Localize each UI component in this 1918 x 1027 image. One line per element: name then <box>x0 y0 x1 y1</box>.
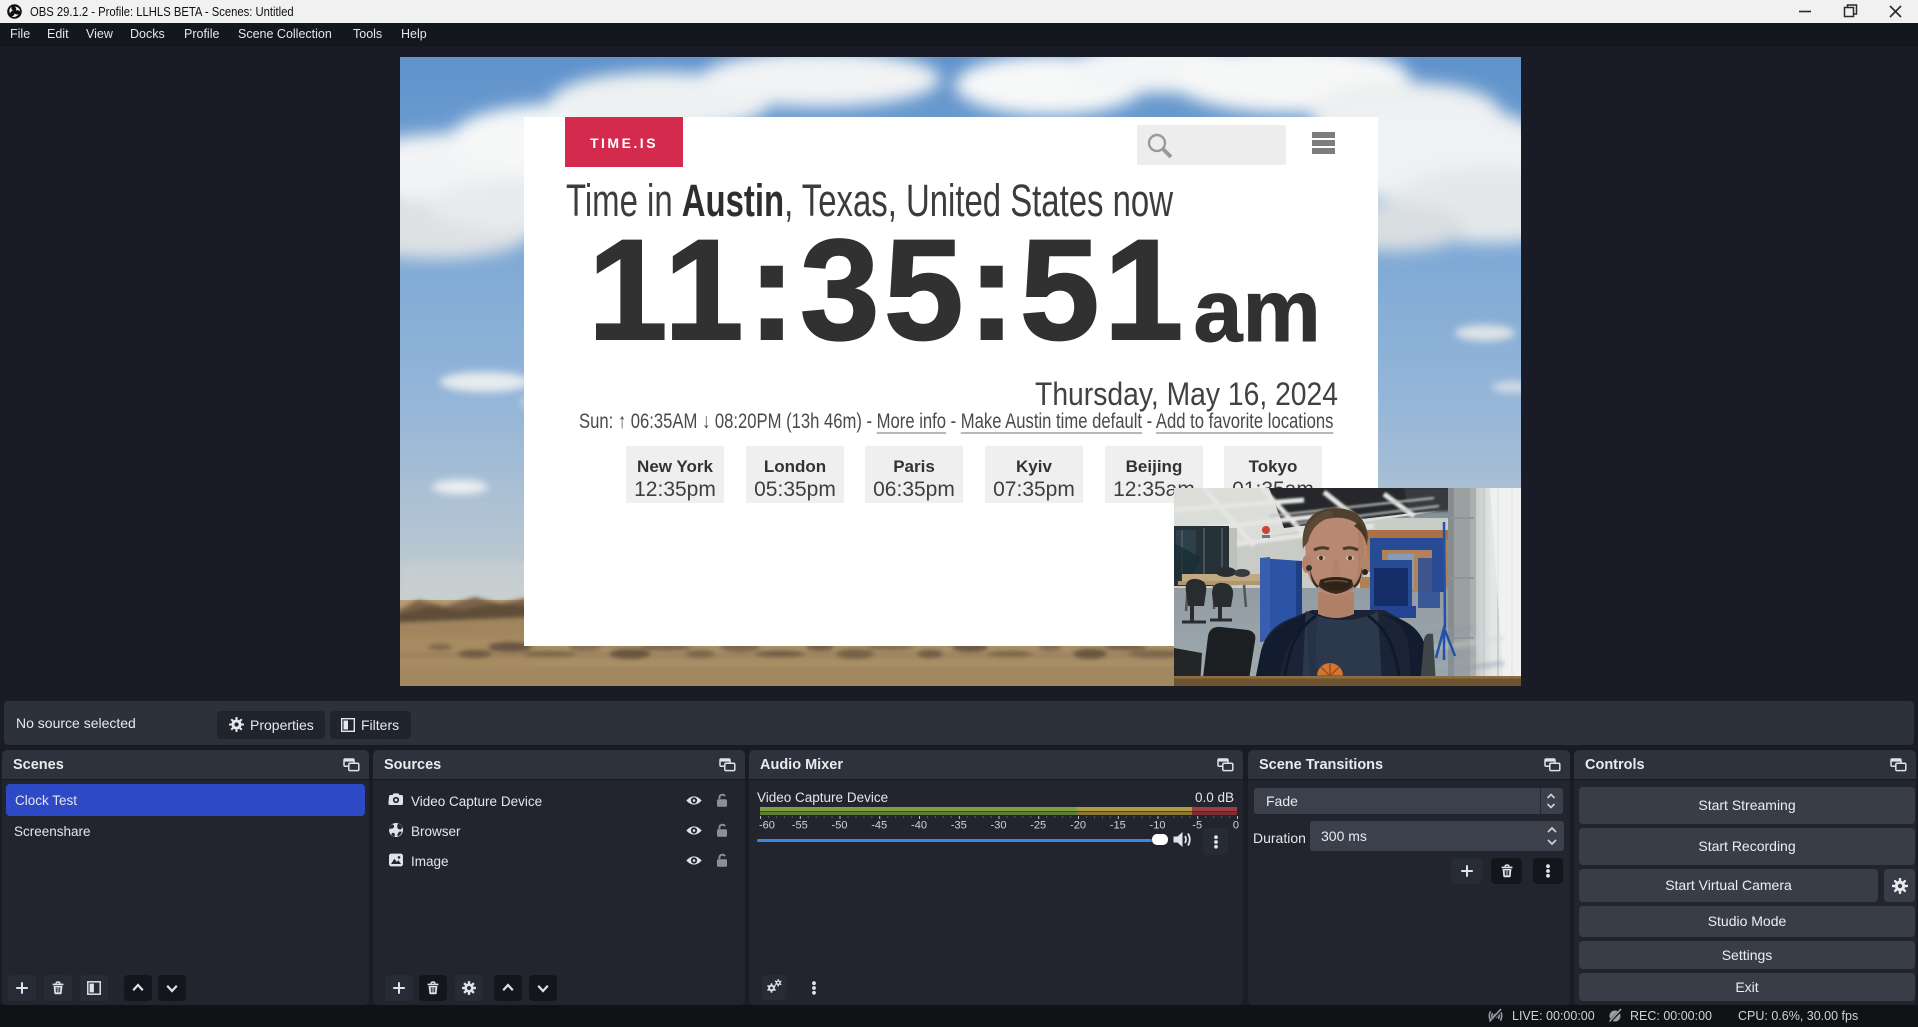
svg-text:-50: -50 <box>832 820 848 832</box>
svg-text:0: 0 <box>1233 820 1239 832</box>
svg-text:-35: -35 <box>951 820 967 832</box>
svg-text:-30: -30 <box>991 820 1007 832</box>
svg-text:-40: -40 <box>911 820 927 832</box>
svg-text:-60: -60 <box>759 820 775 832</box>
svg-text:-15: -15 <box>1110 820 1126 832</box>
svg-text:-55: -55 <box>792 820 808 832</box>
svg-text:-45: -45 <box>871 820 887 832</box>
svg-text:-10: -10 <box>1150 820 1166 832</box>
svg-text:-25: -25 <box>1030 820 1046 832</box>
svg-text:-20: -20 <box>1070 820 1086 832</box>
svg-text:-5: -5 <box>1192 820 1202 832</box>
